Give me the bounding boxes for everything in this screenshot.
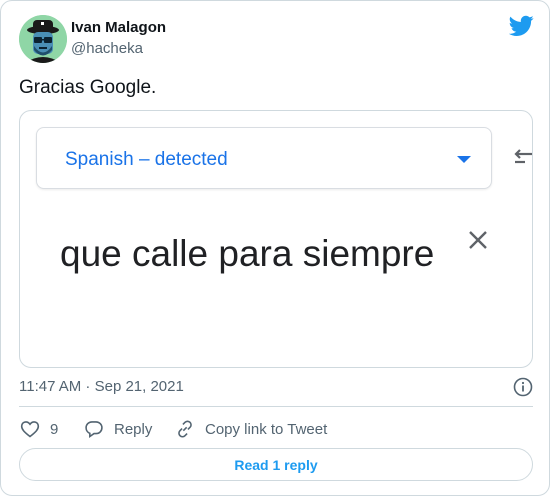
info-icon[interactable]: [513, 377, 533, 397]
author-name[interactable]: Ivan Malagon: [71, 19, 166, 36]
heart-icon: [20, 421, 40, 438]
like-button[interactable]: 9: [20, 417, 58, 441]
tweet-text: Gracias Google.: [19, 77, 157, 98]
tweet-timestamp[interactable]: 11:47 AM · Sep 21, 2021: [19, 378, 184, 395]
twitter-logo-icon[interactable]: [509, 15, 534, 37]
copy-link-button[interactable]: Copy link to Tweet: [175, 417, 327, 441]
swap-languages-icon: [514, 149, 532, 164]
avatar[interactable]: [19, 15, 67, 63]
dropdown-arrow-icon: [457, 156, 471, 163]
reply-icon: [85, 421, 103, 439]
copy-link-label: Copy link to Tweet: [205, 420, 328, 438]
clear-icon: [469, 231, 487, 249]
read-reply-label: Read 1 reply: [234, 456, 318, 473]
avatar-illustration: [19, 15, 67, 63]
link-icon: [178, 420, 192, 438]
reply-button[interactable]: Reply: [84, 417, 152, 441]
language-selector: Spanish – detected: [36, 127, 492, 189]
divider: [19, 406, 533, 407]
language-label: Spanish – detected: [65, 149, 228, 170]
reply-label: Reply: [114, 420, 153, 438]
read-reply-button[interactable]: Read 1 reply: [19, 448, 533, 481]
tweet-card: Ivan Malagon @hacheka Gracias Google. Sp…: [0, 0, 550, 496]
tweet-media[interactable]: Spanish – detected que calle para siempr…: [19, 110, 533, 368]
like-count: 9: [50, 420, 59, 438]
source-text: que calle para siempre: [60, 233, 435, 274]
author-handle[interactable]: @hacheka: [71, 40, 143, 57]
